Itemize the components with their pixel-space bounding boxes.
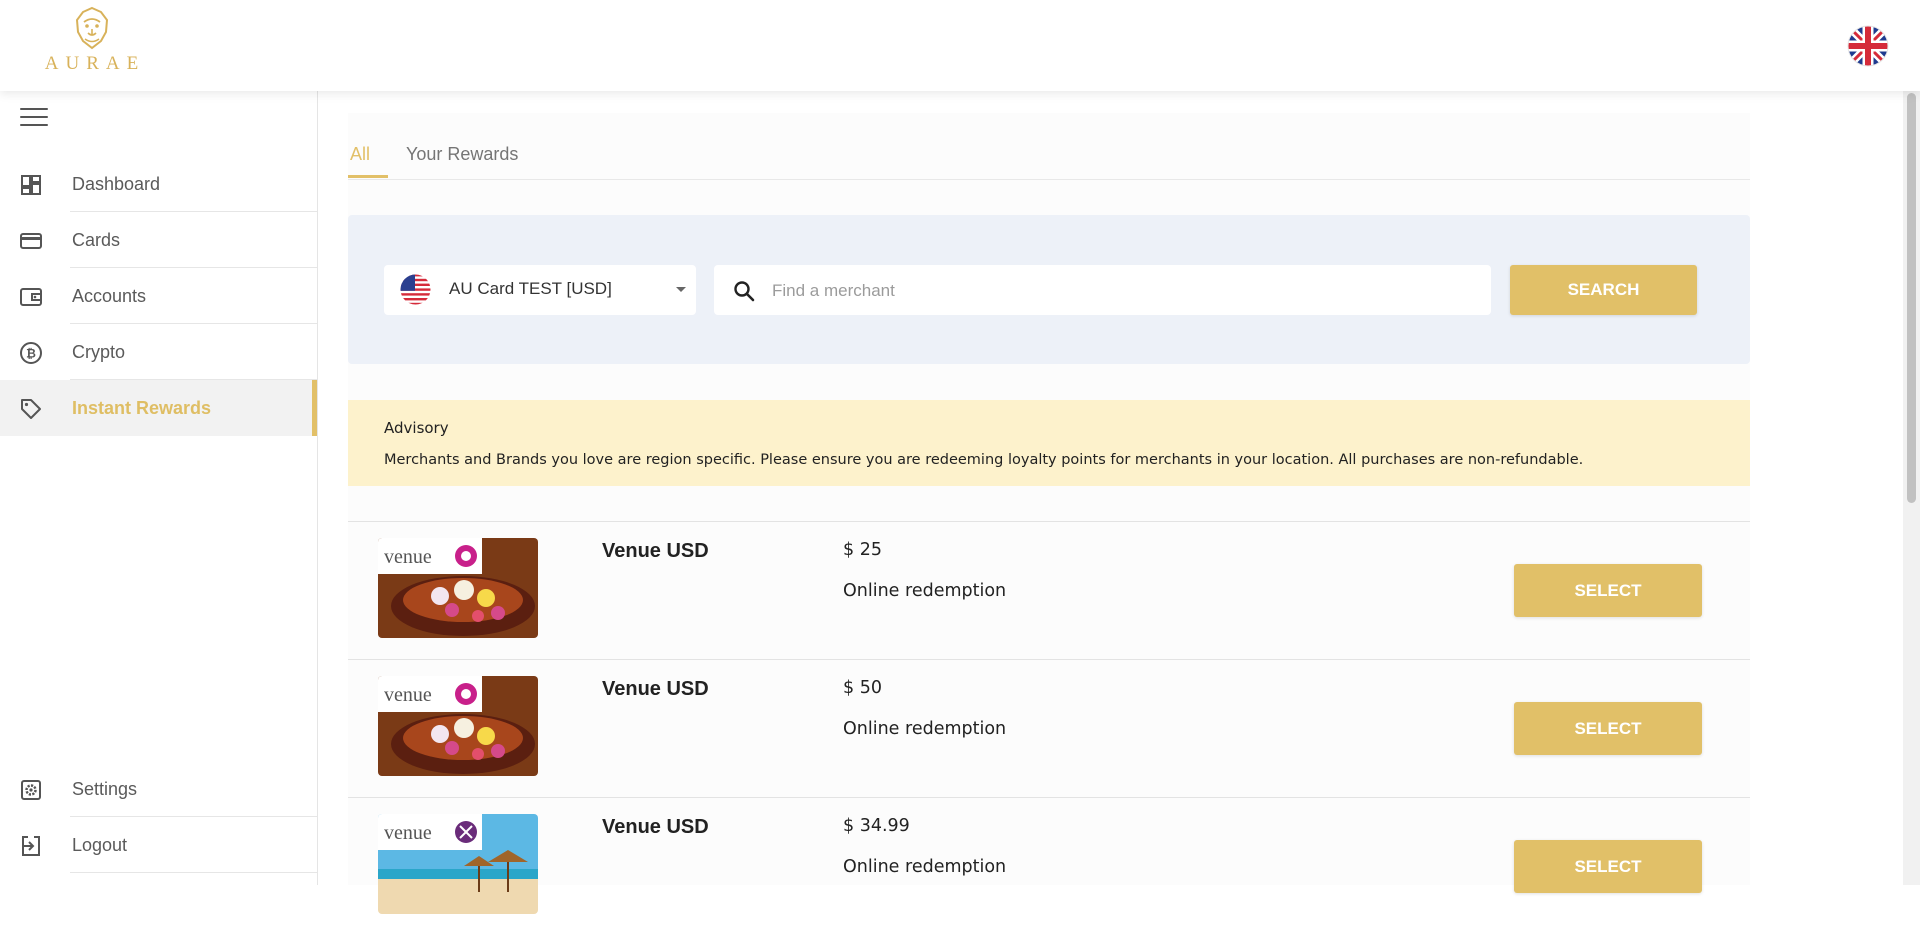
reward-redemption-type: Online redemption [843, 857, 1007, 877]
svg-text:venue: venue [384, 822, 432, 844]
svg-text:₿: ₿ [26, 347, 36, 361]
menu-toggle-icon[interactable] [20, 108, 48, 128]
merchant-search-field[interactable] [714, 265, 1491, 315]
list-item: venue Venue USD $ 25 Online redemption S… [348, 521, 1750, 659]
main-content: All Your Rewards AU Card TEST [USD] Find… [348, 113, 1750, 914]
card-selector-value: AU Card TEST [USD] [449, 279, 612, 298]
active-indicator [312, 380, 317, 436]
advisory-message: Merchants and Brands you love are region… [384, 452, 1584, 468]
reward-price: $ 34.99 [843, 816, 910, 836]
tab-your-rewards[interactable]: Your Rewards [406, 144, 518, 165]
select-button[interactable]: SELECT [1514, 564, 1702, 617]
divider [70, 872, 317, 873]
advisory-banner: Advisory Merchants and Brands you love a… [348, 400, 1750, 486]
wallet-icon [20, 288, 42, 306]
merchant-image: venue [378, 676, 538, 776]
top-header: AURAE [0, 0, 1920, 91]
reward-name: Venue USD [602, 816, 709, 838]
sidebar-item-label: Crypto [72, 342, 126, 362]
tab-bar: All Your Rewards [348, 113, 1750, 180]
search-panel: AU Card TEST [USD] SEARCH [348, 215, 1750, 364]
credit-card-icon [20, 233, 42, 249]
sidebar-item-label: Cards [72, 230, 121, 250]
reward-redemption-type: Online redemption [843, 581, 1007, 601]
list-item: venue Venue USD $ 50 Online redemption S… [348, 659, 1750, 797]
lion-logo-icon [75, 6, 109, 50]
reward-name: Venue USD [602, 678, 709, 700]
sidebar-item-dashboard[interactable]: Dashboard [0, 156, 317, 212]
us-flag-icon [400, 274, 431, 305]
brand-logo[interactable]: AURAE [37, 6, 147, 78]
merchant-image: venue [378, 538, 538, 638]
tab-all[interactable]: All [350, 144, 370, 165]
search-input[interactable] [770, 273, 1474, 309]
sidebar-item-settings[interactable]: Settings [0, 761, 317, 817]
select-button[interactable]: SELECT [1514, 702, 1702, 755]
sidebar: Dashboard Cards Accounts ₿ Crypto Instan… [0, 91, 318, 885]
uk-flag-icon[interactable] [1847, 25, 1889, 67]
sidebar-item-label: Logout [72, 835, 128, 855]
list-item: venue Venue USD $ 34.99 Online redemptio… [348, 797, 1750, 935]
sidebar-item-cards[interactable]: Cards [0, 212, 317, 268]
svg-text:venue: venue [384, 684, 432, 706]
sidebar-item-label: Dashboard [72, 174, 161, 194]
sidebar-bottom-nav: Settings Logout [0, 761, 317, 873]
scrollbar-thumb[interactable] [1907, 93, 1916, 503]
sidebar-item-label: Accounts [72, 286, 147, 306]
active-tab-indicator [348, 175, 388, 178]
svg-text:venue: venue [384, 546, 432, 568]
settings-icon [21, 780, 41, 800]
merchant-image: venue [378, 814, 538, 914]
brand-wordmark: AURAE [44, 53, 146, 74]
bitcoin-icon: ₿ [20, 342, 42, 364]
page-scrollbar[interactable] [1903, 91, 1920, 885]
tag-icon [21, 399, 41, 419]
reward-price: $ 50 [843, 678, 882, 698]
sidebar-item-crypto[interactable]: ₿ Crypto [0, 324, 317, 380]
chevron-down-icon [676, 287, 686, 292]
sidebar-item-logout[interactable]: Logout [0, 817, 317, 873]
card-selector[interactable]: AU Card TEST [USD] [384, 265, 696, 315]
sidebar-item-accounts[interactable]: Accounts [0, 268, 317, 324]
rewards-list: venue Venue USD $ 25 Online redemption S… [348, 521, 1750, 935]
sidebar-item-label: Settings [72, 779, 138, 799]
reward-redemption-type: Online redemption [843, 719, 1007, 739]
search-button[interactable]: SEARCH [1510, 265, 1697, 315]
sidebar-item-label: Instant Rewards [72, 398, 212, 418]
advisory-title: Advisory [384, 419, 449, 437]
sidebar-item-instant-rewards[interactable]: Instant Rewards [0, 380, 317, 436]
reward-price: $ 25 [843, 540, 882, 560]
select-button[interactable]: SELECT [1514, 840, 1702, 893]
logout-icon [22, 836, 40, 856]
sidebar-nav: Dashboard Cards Accounts ₿ Crypto Instan… [0, 156, 317, 436]
dashboard-icon [21, 175, 41, 195]
search-icon [734, 281, 755, 302]
reward-name: Venue USD [602, 540, 709, 562]
